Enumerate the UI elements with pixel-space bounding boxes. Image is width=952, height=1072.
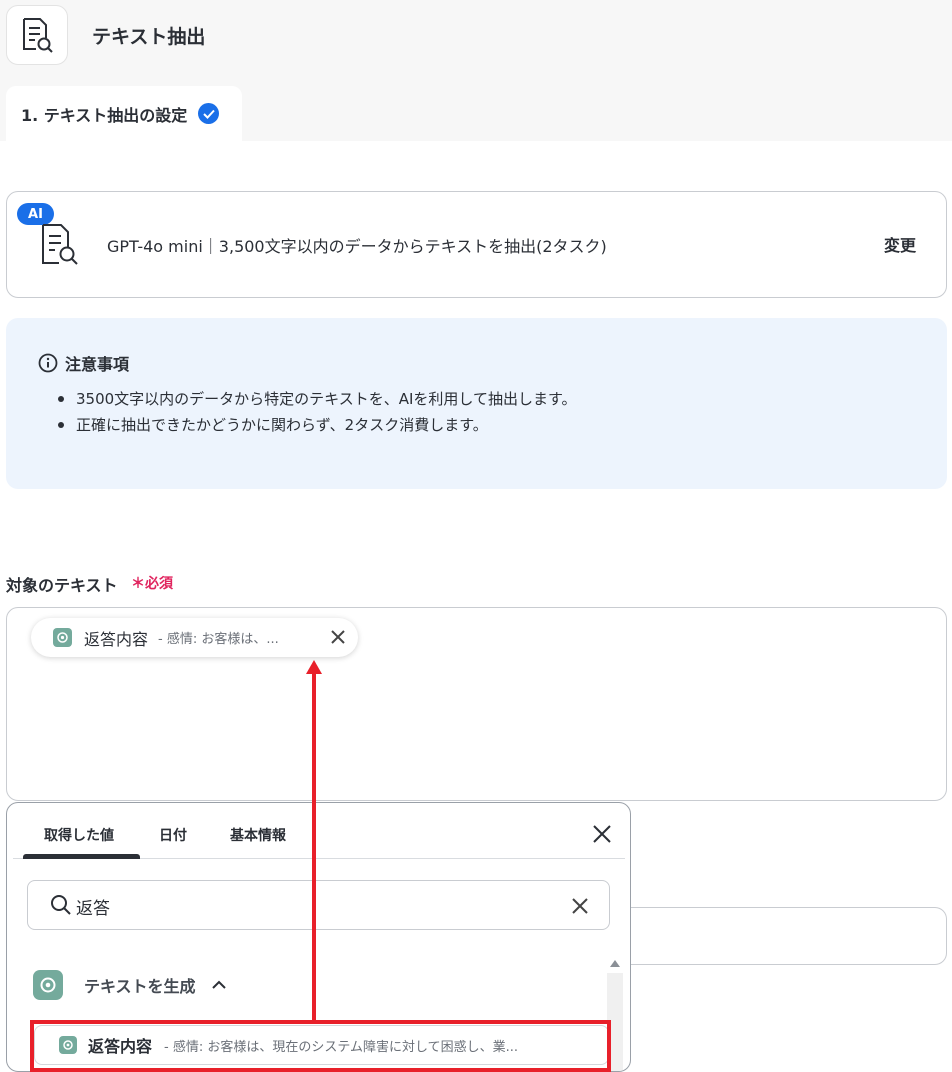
value-chip[interactable]: 返答内容 - 感情: お客様は、... bbox=[31, 618, 358, 657]
annotation-arrow-line bbox=[312, 672, 316, 1022]
group-generate-text[interactable]: テキストを生成 bbox=[33, 970, 226, 1000]
document-search-icon bbox=[42, 224, 78, 265]
tab-basic-info[interactable]: 基本情報 bbox=[230, 825, 286, 845]
notice-title: 注意事項 bbox=[65, 355, 130, 374]
secondary-input[interactable] bbox=[620, 907, 947, 965]
chip-title: 返答内容 bbox=[84, 629, 149, 649]
arrow-up-icon bbox=[306, 660, 322, 674]
search-box bbox=[27, 880, 610, 930]
openai-icon bbox=[33, 970, 63, 1000]
active-tab-indicator bbox=[23, 854, 140, 859]
required-badge: ＊必須 bbox=[131, 576, 173, 592]
search-input[interactable] bbox=[76, 893, 536, 919]
model-description: GPT-4o mini｜3,500文字以内のデータからテキストを抽出(2タスク) bbox=[107, 237, 607, 256]
model-card: AI GPT-4o mini｜3,500文字以内のデータからテキストを抽出(2タ… bbox=[6, 191, 947, 298]
notice-item: 正確に抽出できたかどうかに関わらず、2タスク消費します。 bbox=[56, 412, 576, 438]
step-label: 1. テキスト抽出の設定 bbox=[21, 105, 188, 125]
scroll-up-icon[interactable] bbox=[609, 958, 621, 968]
page-title: テキスト抽出 bbox=[92, 26, 206, 48]
tab-date[interactable]: 日付 bbox=[159, 825, 187, 845]
close-icon[interactable] bbox=[328, 627, 348, 647]
group-label: テキストを生成 bbox=[84, 977, 196, 996]
notice-header: 注意事項 bbox=[38, 351, 129, 375]
picker-tabs: 取得した値 日付 基本情報 bbox=[13, 803, 625, 859]
annotation-highlight-box bbox=[30, 1020, 611, 1072]
notice-list: 3500文字以内のデータから特定のテキストを、AIを利用して抽出します。 正確に… bbox=[56, 386, 576, 438]
chevron-up-icon bbox=[211, 980, 226, 989]
chip-description: - 感情: お客様は、... bbox=[158, 632, 279, 647]
document-search-icon bbox=[23, 18, 53, 53]
close-icon[interactable] bbox=[591, 823, 613, 845]
check-circle-icon bbox=[198, 103, 220, 124]
clear-search-icon[interactable] bbox=[571, 897, 589, 915]
notice-box: 注意事項 3500文字以内のデータから特定のテキストを、AIを利用して抽出します… bbox=[6, 318, 947, 489]
search-icon bbox=[51, 895, 71, 915]
header-bar: テキスト抽出 1. テキスト抽出の設定 bbox=[0, 0, 952, 141]
openai-icon bbox=[53, 628, 72, 647]
target-text-label: 対象のテキスト bbox=[6, 576, 118, 595]
tab-acquired-values[interactable]: 取得した値 bbox=[44, 825, 114, 845]
step-tab-1[interactable]: 1. テキスト抽出の設定 bbox=[6, 86, 242, 141]
info-icon bbox=[38, 353, 58, 373]
change-model-button[interactable]: 変更 bbox=[884, 232, 916, 256]
notice-item: 3500文字以内のデータから特定のテキストを、AIを利用して抽出します。 bbox=[56, 386, 576, 412]
app-icon-container bbox=[6, 5, 68, 65]
